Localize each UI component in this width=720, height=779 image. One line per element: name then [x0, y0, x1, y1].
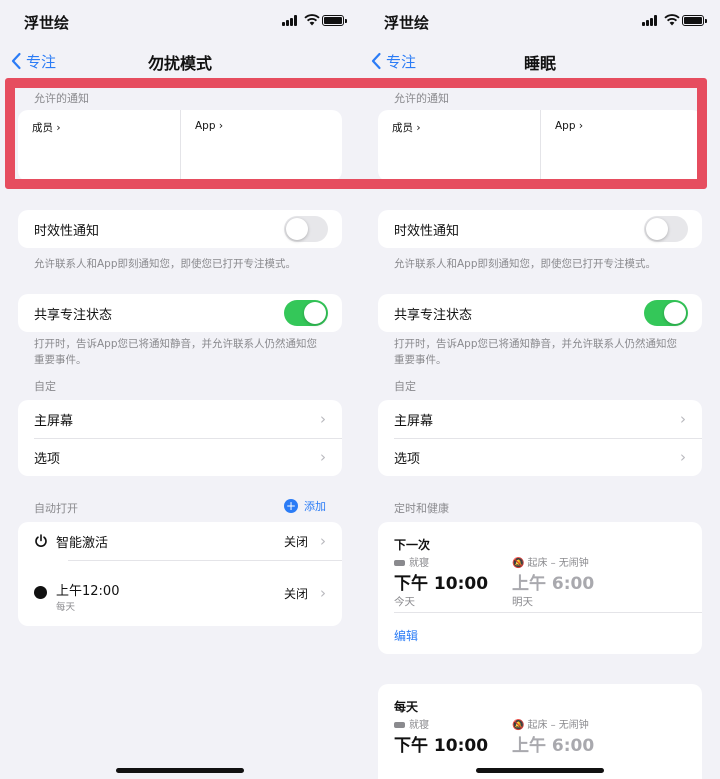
page-title: 睡眠 — [523, 54, 556, 73]
time-sensitive-toggle[interactable] — [644, 216, 688, 242]
bedtime-block: 就寝 下午 10:00 今天 — [394, 554, 488, 609]
wake-block: 🔕 起床 – 无闹钟 上午 6:00 明天 — [512, 554, 594, 609]
clock-icon — [34, 586, 47, 599]
time-sensitive-label: 时效性通知 — [34, 223, 100, 239]
bed-icon — [394, 722, 405, 728]
status-icons — [642, 13, 707, 27]
home-screen-row[interactable]: 主屏幕 › — [18, 400, 342, 438]
smart-activation-row[interactable]: 智能激活 关闭 › — [18, 522, 342, 560]
chevron-right-icon: › — [320, 532, 326, 550]
options-row[interactable]: 选项 › — [18, 438, 342, 476]
bedtime-day: 今天 — [394, 596, 415, 608]
edit-button[interactable]: 编辑 — [394, 627, 418, 644]
next-title: 下一次 — [394, 538, 431, 552]
customize-card: 主屏幕 › 选项 › — [18, 400, 342, 476]
schedule-time: 上午12:00 — [56, 584, 120, 599]
share-status-card: 共享专注状态 — [378, 294, 702, 332]
daily-wake-value: 上午 6:00 — [512, 736, 595, 756]
schedule-row[interactable]: 上午12:00 每天 关闭 › — [18, 560, 342, 626]
cellular-signal-icon — [642, 15, 658, 26]
add-automation-button[interactable]: + 添加 — [284, 498, 326, 514]
options-label: 选项 — [34, 451, 61, 467]
bedtime-label: 就寝 — [409, 558, 429, 569]
section-header-schedule: 定时和健康 — [394, 502, 449, 515]
schedule-value: 关闭 — [283, 586, 308, 601]
cellular-signal-icon — [282, 15, 298, 26]
bedtime-value: 下午 10:00 — [394, 574, 489, 594]
smart-activation-label: 智能激活 — [56, 535, 109, 551]
share-status-desc-line-1: 打开时，告诉App您已将通知静音，并允许联系人仍然通知您 — [34, 338, 318, 350]
time-sensitive-row: 时效性通知 — [18, 210, 342, 248]
chevron-right-icon: › — [320, 410, 326, 428]
share-status-description: 打开时，告诉App您已将通知静音，并允许联系人仍然通知您 重要事件。 — [34, 336, 344, 368]
section-header-auto-on: 自动打开 — [34, 502, 78, 515]
daily-wake-label: 起床 – 无闹钟 — [527, 720, 589, 731]
home-screen-row[interactable]: 主屏幕 › — [378, 400, 702, 438]
time-sensitive-row: 时效性通知 — [378, 210, 702, 248]
smart-activation-value: 关闭 — [283, 534, 308, 549]
time-sensitive-label: 时效性通知 — [394, 223, 460, 239]
status-carrier: 浮世绘 — [24, 14, 70, 32]
home-indicator[interactable] — [476, 768, 604, 773]
share-status-toggle[interactable] — [644, 300, 688, 326]
share-status-desc-line-2: 重要事件。 — [394, 354, 447, 366]
share-status-desc-line-1: 打开时，告诉App您已将通知静音，并允许联系人仍然通知您 — [394, 338, 678, 350]
share-status-toggle[interactable] — [284, 300, 328, 326]
wifi-icon — [304, 14, 320, 26]
time-sensitive-description: 允许联系人和App即刻通知您，即使您已打开专注模式。 — [34, 258, 297, 270]
customize-card: 主屏幕 › 选项 › — [378, 400, 702, 476]
status-icons — [282, 13, 347, 27]
battery-icon — [682, 15, 707, 26]
daily-title: 每天 — [394, 700, 419, 714]
wake-day: 明天 — [512, 596, 533, 608]
daily-wake-block: 🔕 起床 – 无闹钟 上午 6:00 — [512, 716, 594, 756]
chevron-right-icon: › — [320, 448, 326, 466]
wifi-icon — [664, 14, 680, 26]
divider — [394, 612, 702, 613]
battery-icon — [322, 15, 347, 26]
share-status-card: 共享专注状态 — [18, 294, 342, 332]
annotation-highlight-box — [5, 78, 707, 189]
automation-card: 智能激活 关闭 › 上午12:00 每天 关闭 › — [18, 522, 342, 626]
time-sensitive-card: 时效性通知 — [378, 210, 702, 248]
power-icon — [35, 534, 47, 547]
schedule-repeat: 每天 — [56, 602, 76, 613]
plus-circle-icon: + — [284, 499, 298, 513]
chevron-right-icon: › — [680, 448, 686, 466]
chevron-right-icon: › — [320, 584, 326, 602]
wake-label: 起床 – 无闹钟 — [527, 558, 589, 569]
next-schedule-card: 下一次 就寝 下午 10:00 今天 🔕 起床 – 无闹钟 上午 6:00 明天 … — [378, 522, 702, 654]
daily-bedtime-label: 就寝 — [409, 720, 429, 731]
add-label: 添加 — [304, 500, 326, 513]
home-indicator[interactable] — [116, 768, 244, 773]
daily-bedtime-value: 下午 10:00 — [394, 736, 489, 756]
share-status-row: 共享专注状态 — [18, 294, 342, 332]
share-status-row: 共享专注状态 — [378, 294, 702, 332]
share-status-label: 共享专注状态 — [394, 307, 473, 323]
bed-icon — [394, 560, 405, 566]
home-screen-label: 主屏幕 — [394, 413, 434, 429]
wake-value: 上午 6:00 — [512, 574, 595, 594]
share-status-desc-line-2: 重要事件。 — [34, 354, 87, 366]
time-sensitive-description: 允许联系人和App即刻通知您，即使您已打开专注模式。 — [394, 258, 657, 270]
chevron-right-icon: › — [680, 410, 686, 428]
section-header-customize: 自定 — [394, 380, 416, 393]
status-carrier: 浮世绘 — [384, 14, 430, 32]
alarm-off-icon: 🔕 — [512, 720, 525, 731]
time-sensitive-card: 时效性通知 — [18, 210, 342, 248]
share-status-label: 共享专注状态 — [34, 307, 113, 323]
alarm-off-icon: 🔕 — [512, 558, 525, 569]
options-row[interactable]: 选项 › — [378, 438, 702, 476]
share-status-description: 打开时，告诉App您已将通知静音，并允许联系人仍然通知您 重要事件。 — [394, 336, 704, 368]
daily-bedtime-block: 就寝 下午 10:00 — [394, 716, 488, 756]
daily-schedule-card: 每天 就寝 下午 10:00 🔕 起床 – 无闹钟 上午 6:00 — [378, 684, 702, 779]
options-label: 选项 — [394, 451, 421, 467]
section-header-customize: 自定 — [34, 380, 56, 393]
page-title: 勿扰模式 — [147, 54, 212, 73]
home-screen-label: 主屏幕 — [34, 413, 74, 429]
time-sensitive-toggle[interactable] — [284, 216, 328, 242]
